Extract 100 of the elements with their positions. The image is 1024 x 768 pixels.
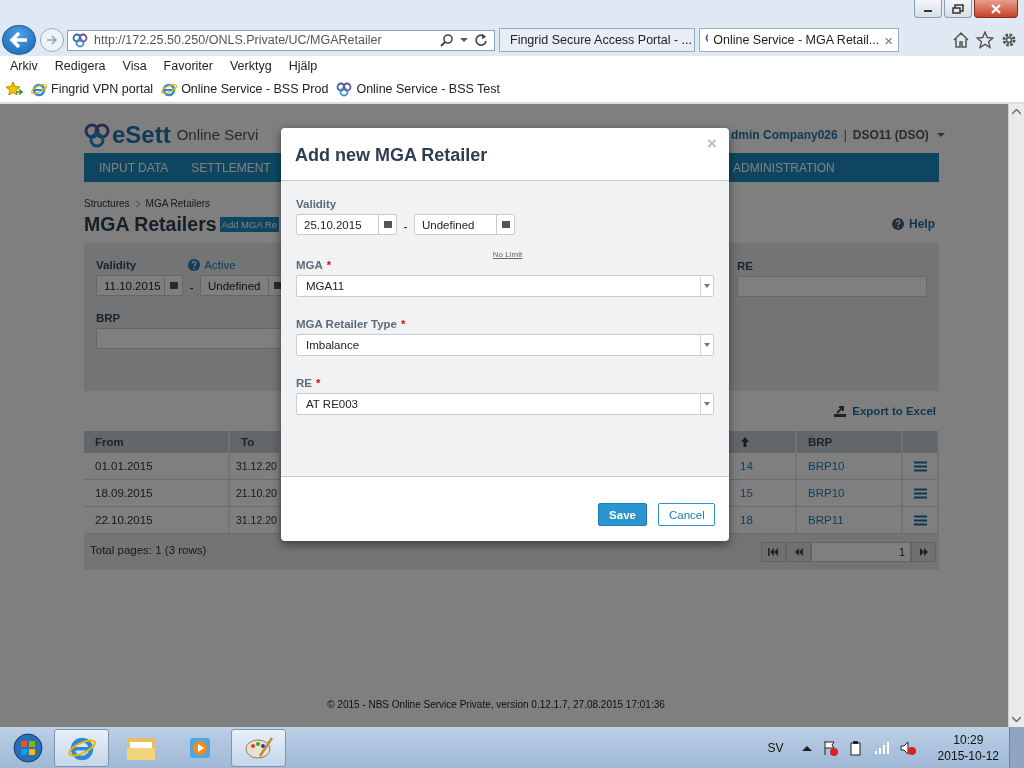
menu-item[interactable]: Visa [122,59,147,73]
sort-arrow-icon[interactable] [740,436,750,448]
dialog-button[interactable]: Cancel [658,503,715,526]
power-icon[interactable] [847,739,864,756]
browser-tab[interactable]: Fingrid Secure Access Portal - ... [499,28,695,52]
add-button[interactable]: Add MGA Re [219,216,280,232]
field-label: Validity [296,198,338,210]
table-link[interactable]: BRP11 [797,507,903,533]
scroll-down-icon[interactable] [1012,716,1021,722]
esett-logo[interactable]: eSett [84,120,171,149]
favorites-star-icon[interactable] [5,81,23,97]
back-button[interactable] [2,25,36,55]
previous-page-icon [793,548,804,556]
field-label: MGA Retailer Type [296,318,397,330]
table-cell: 22.10.2015 [84,507,230,533]
taskbar-app[interactable] [54,728,109,767]
calendar-icon[interactable] [273,282,282,289]
date-field[interactable]: 11.10.2015 [96,275,183,296]
user-name[interactable]: dmin Company026 [731,127,838,142]
scroll-up-icon[interactable] [1012,109,1021,115]
dropdown-caret-icon[interactable] [704,402,710,406]
re-input[interactable] [737,276,927,297]
breadcrumb-link[interactable]: Structures [84,198,130,209]
muted-volume-icon[interactable] [899,739,916,756]
help-icon [892,218,904,230]
no-limit-link[interactable]: No Limit [492,250,523,259]
help-link[interactable]: Help [892,217,935,231]
home-icon[interactable] [952,31,970,49]
dropdown-caret-icon[interactable] [460,37,468,43]
tab-close-button[interactable]: × [884,31,893,49]
clock[interactable]: 10:29 2015-10-12 [937,731,999,764]
export-icon [833,404,848,418]
first-page-icon [768,548,779,556]
select-field[interactable]: Imbalance [296,334,714,356]
forward-arrow-icon [46,34,58,46]
next-page-button[interactable] [911,542,936,562]
language-indicator[interactable]: SV [767,740,784,755]
settings-icon[interactable] [1000,31,1018,49]
dropdown-caret-icon[interactable] [704,284,710,288]
minimize-button[interactable] [914,0,942,18]
breadcrumb-link[interactable]: MGA Retailers [145,198,211,209]
refresh-icon[interactable] [474,33,488,47]
close-icon [990,3,1002,14]
browser-logo-icon [31,81,47,97]
date-separator: - [402,218,409,234]
select-field[interactable]: AT RE003 [296,393,714,415]
caret-icon [936,131,945,138]
restore-icon [952,3,964,14]
role-dropdown[interactable]: DSO11 (DSO) [852,127,945,142]
select-field[interactable]: MGA11 [296,275,714,297]
help-link[interactable]: Active [188,259,236,271]
modal-title: Add new MGA Retailer [295,143,488,166]
scrollbar[interactable] [1008,104,1024,727]
calendar-icon[interactable] [501,221,510,228]
taskbar-app[interactable] [231,728,286,767]
date-field[interactable]: Undefined [414,214,515,235]
export-link[interactable]: Export to Excel [833,404,936,418]
dropdown-caret-icon[interactable] [704,343,710,347]
copyright-text: © 2015 - NBS Online Service Private, version 0.12.1.7, 27.08.2015 17:01:36 [326,699,666,710]
field-label: MGA [296,259,323,271]
menu-icon[interactable] [913,514,927,526]
date-separator: - [188,279,195,295]
nav-item[interactable]: ADMINISTRATION [731,160,843,175]
browser-tab[interactable]: Online Service - MGA Retail... × [699,28,899,52]
menu-icon[interactable] [913,487,927,499]
menu-item[interactable]: Favoriter [163,59,213,73]
menu-item[interactable]: Hjälp [288,59,318,73]
menu-icon[interactable] [913,460,927,472]
star-icon[interactable] [976,31,994,49]
windows-logo-icon [13,732,43,763]
favorite-link[interactable]: Online Service - BSS Prod [161,81,329,97]
page-number-field[interactable]: 1 [811,542,911,562]
date-field[interactable]: 25.10.2015 [296,214,397,235]
close-button[interactable] [974,0,1018,18]
field-label: Validity [96,259,137,271]
address-bar[interactable]: http://172.25.50.250/ONLS.Private/UC/MGARetailer [67,29,495,51]
flag-icon[interactable] [821,739,838,756]
dialog-button[interactable]: Save [598,503,647,526]
search-icon[interactable] [440,33,454,47]
menu-item[interactable]: Verktyg [229,59,272,73]
field-label: RE [296,377,312,389]
field-label: RE [737,260,754,272]
app-name: Online Servi [176,126,259,143]
nav-item[interactable]: SETTLEMENT [176,160,279,175]
menu-item[interactable]: Redigera [54,59,106,73]
page-title: MGA Retailers [84,212,217,236]
favorite-link[interactable]: Online Service - BSS Test [336,81,500,97]
favorite-link[interactable]: Fingrid VPN portal [31,81,154,97]
restore-button[interactable] [944,0,972,18]
next-page-icon [918,548,929,556]
browser-logo-icon [161,81,178,97]
first-page-button[interactable] [761,542,786,562]
required-mark: * [400,318,406,330]
previous-page-button[interactable] [786,542,811,562]
separator: | [843,127,847,142]
nav-item[interactable]: INPUT DATA [84,160,177,175]
menu-item[interactable]: Arkiv [10,59,38,73]
show-hidden-icons-arrow-icon[interactable] [801,744,812,751]
calendar-icon[interactable] [383,221,392,228]
address-text: http://172.25.50.250/ONLS.Private/UC/MGARetailer [94,33,383,47]
